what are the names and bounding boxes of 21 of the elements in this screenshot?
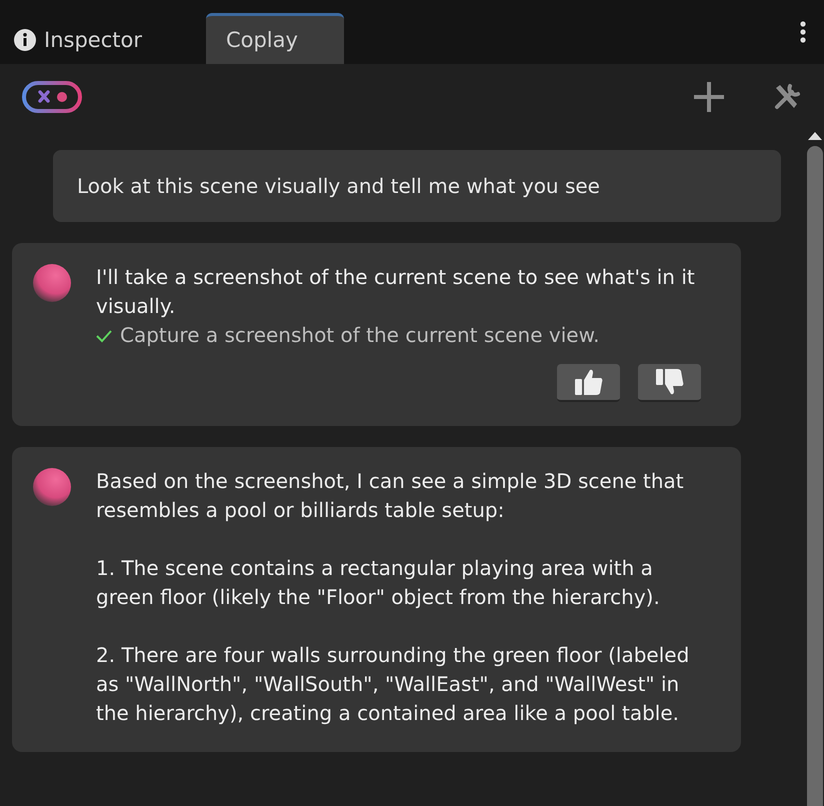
thumbs-up-button[interactable] xyxy=(557,364,620,402)
message-text: I'll take a screenshot of the current scene to see what's in it visually. xyxy=(96,264,696,320)
more-menu-icon[interactable] xyxy=(800,21,806,43)
sphere-avatar-icon xyxy=(32,467,72,507)
message-text: Based on the screenshot, I can see a simple 3D scene that resembles a pool or billiards table setup: xyxy=(96,468,685,524)
thumbs-up-icon xyxy=(574,368,604,396)
gamepad-logo-icon xyxy=(22,80,82,114)
sphere-avatar-icon xyxy=(32,263,72,303)
tab[interactable]: Inspector xyxy=(12,13,162,64)
tab[interactable]: Coplay xyxy=(206,13,344,64)
thumbs-down-icon xyxy=(654,368,684,396)
message-text: 1. The scene contains a rectangular playing area with a green floor (likely the "Floor" object from the hierarchy). xyxy=(96,555,661,611)
tools-icon[interactable] xyxy=(772,82,802,112)
scroll-up-icon[interactable] xyxy=(808,130,822,140)
scrollbar-thumb[interactable] xyxy=(807,146,823,806)
info-icon xyxy=(14,29,36,51)
tool-step-text: Capture a screenshot of the current scene view. xyxy=(120,322,600,349)
message-text: 2. There are four walls surrounding the green floor (labeled as "WallNorth", "WallSouth", "WallEast", and "WallWest" in the hierarchy), creating a contained area like a pool table. xyxy=(96,642,690,727)
user-message: Look at this scene visually and tell me what you see xyxy=(53,150,781,222)
thumbs-down-button[interactable] xyxy=(638,364,701,402)
add-button[interactable] xyxy=(692,80,726,114)
